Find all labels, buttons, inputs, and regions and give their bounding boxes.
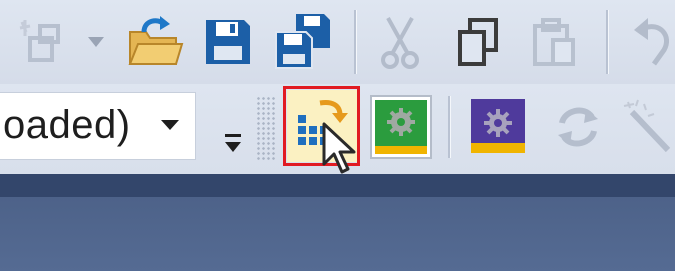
paste-button[interactable] (524, 12, 584, 72)
overflow-chevron-icon (223, 128, 243, 154)
new-project-button[interactable] (14, 12, 74, 72)
gear-purple-screen-icon (469, 97, 527, 157)
configuration-combobox-value: oaded) (3, 103, 131, 147)
copy-button[interactable] (450, 12, 506, 72)
save-all-button[interactable] (272, 10, 334, 72)
save-all-icon (274, 12, 332, 70)
toolbar-separator (448, 96, 451, 158)
new-project-icon (16, 16, 72, 68)
toolbar-separator (354, 10, 357, 74)
content-area (0, 197, 675, 271)
toolbar-separator (606, 10, 609, 74)
build-gear-green-button[interactable] (366, 90, 436, 164)
build-gear-purple-button[interactable] (466, 94, 530, 160)
magic-wand-icon (622, 98, 674, 156)
chevron-down-icon (88, 37, 104, 47)
new-project-dropdown-button[interactable] (84, 28, 108, 56)
paste-icon (529, 16, 579, 68)
refresh-arrows-icon (552, 101, 604, 153)
mouse-cursor-icon (318, 120, 360, 183)
magic-wand-button[interactable] (622, 96, 675, 158)
toolbar-grip[interactable] (256, 96, 276, 160)
scissors-icon (378, 14, 422, 70)
toolbar-overflow-button[interactable] (220, 124, 246, 158)
save-button[interactable] (200, 14, 256, 70)
cut-button[interactable] (372, 10, 428, 74)
undo-button[interactable] (630, 14, 675, 70)
save-icon (204, 18, 252, 66)
gear-green-screen-icon (369, 94, 433, 160)
open-folder-icon (124, 12, 186, 68)
configuration-combobox[interactable]: oaded) (0, 92, 196, 160)
open-button[interactable] (122, 10, 188, 70)
chevron-down-icon[interactable] (161, 117, 179, 135)
undo-icon (630, 16, 674, 68)
refresh-button[interactable] (548, 96, 608, 158)
copy-icon (454, 16, 502, 68)
